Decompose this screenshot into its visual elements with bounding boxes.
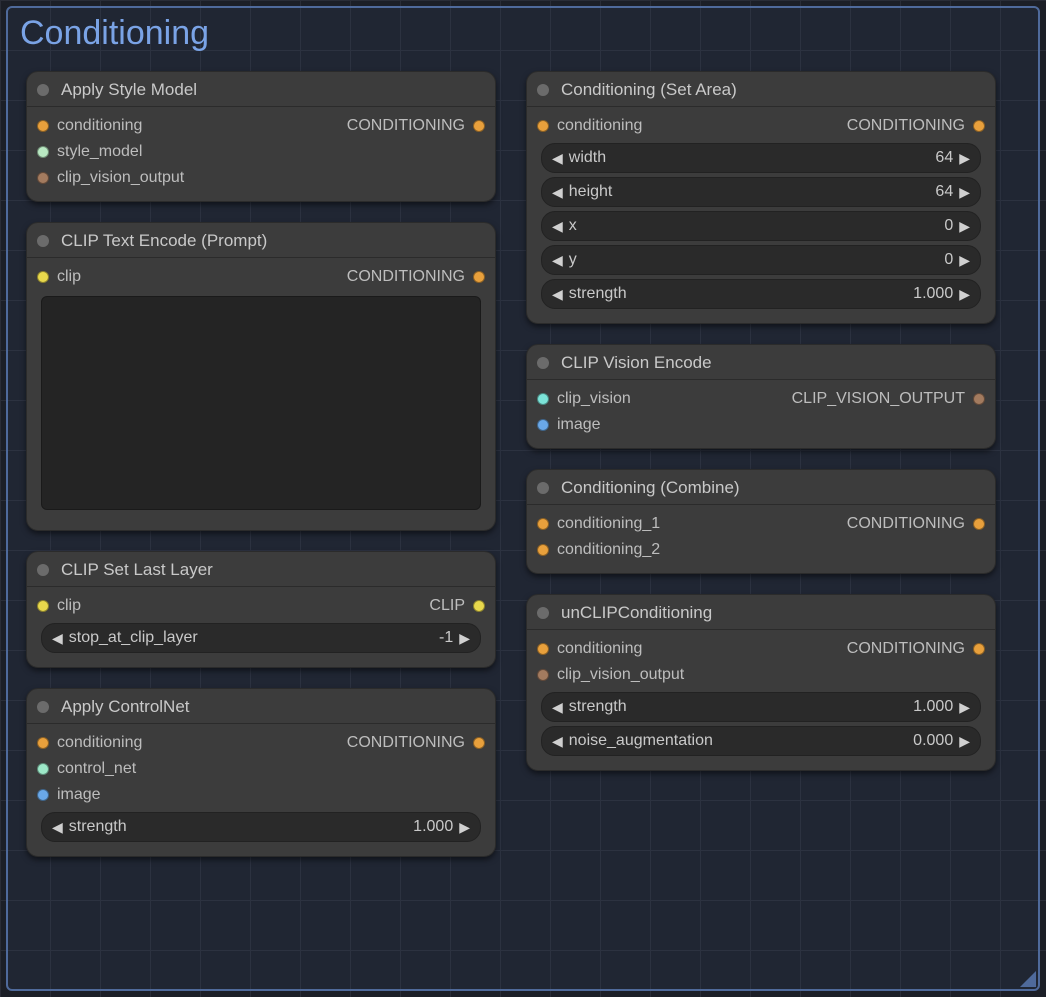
output-conditioning[interactable]: CONDITIONING (347, 268, 485, 286)
node-apply-controlnet[interactable]: Apply ControlNet conditioning CONDITIONI… (26, 688, 496, 857)
arrow-left-icon[interactable]: ◀ (552, 218, 563, 235)
input-image[interactable]: image (537, 416, 601, 434)
arrow-right-icon[interactable]: ▶ (959, 733, 970, 750)
collapse-icon[interactable] (537, 482, 549, 494)
widget-noise-augmentation[interactable]: ◀noise_augmentation0.000▶ (541, 726, 981, 756)
arrow-left-icon[interactable]: ◀ (552, 252, 563, 269)
output-conditioning[interactable]: CONDITIONING (847, 117, 985, 135)
input-style-model[interactable]: style_model (37, 143, 142, 161)
arrow-left-icon[interactable]: ◀ (552, 184, 563, 201)
widget-stop-at-clip-layer[interactable]: ◀ stop_at_clip_layer -1 ▶ (41, 623, 481, 653)
input-conditioning-1[interactable]: conditioning_1 (537, 515, 660, 533)
node-title: Apply Style Model (61, 80, 197, 100)
node-conditioning-set-area[interactable]: Conditioning (Set Area) conditioning CON… (526, 71, 996, 324)
collapse-icon[interactable] (537, 357, 549, 369)
arrow-left-icon[interactable]: ◀ (52, 630, 63, 647)
widget-strength[interactable]: ◀strength1.000▶ (541, 692, 981, 722)
input-conditioning[interactable]: conditioning (537, 640, 642, 658)
widget-y[interactable]: ◀y0▶ (541, 245, 981, 275)
node-clip-vision-encode[interactable]: CLIP Vision Encode clip_vision CLIP_VISI… (526, 344, 996, 449)
collapse-icon[interactable] (37, 564, 49, 576)
collapse-icon[interactable] (537, 607, 549, 619)
input-image[interactable]: image (37, 786, 101, 804)
input-control-net[interactable]: control_net (37, 760, 136, 778)
collapse-icon[interactable] (37, 84, 49, 96)
output-clip[interactable]: CLIP (429, 597, 485, 615)
node-title: Conditioning (Combine) (561, 478, 740, 498)
arrow-left-icon[interactable]: ◀ (552, 699, 563, 716)
node-title: CLIP Vision Encode (561, 353, 712, 373)
arrow-right-icon[interactable]: ▶ (959, 218, 970, 235)
node-conditioning-combine[interactable]: Conditioning (Combine) conditioning_1 CO… (526, 469, 996, 574)
input-clip[interactable]: clip (37, 268, 81, 286)
output-conditioning[interactable]: CONDITIONING (347, 734, 485, 752)
arrow-left-icon[interactable]: ◀ (552, 286, 563, 303)
arrow-right-icon[interactable]: ▶ (959, 699, 970, 716)
input-clip-vision[interactable]: clip_vision (537, 390, 631, 408)
arrow-left-icon[interactable]: ◀ (52, 819, 63, 836)
widget-strength[interactable]: ◀ strength 1.000 ▶ (41, 812, 481, 842)
widget-width[interactable]: ◀width64▶ (541, 143, 981, 173)
arrow-right-icon[interactable]: ▶ (459, 819, 470, 836)
resize-handle-icon[interactable] (1020, 971, 1036, 987)
widget-strength[interactable]: ◀strength1.000▶ (541, 279, 981, 309)
node-group-conditioning[interactable]: Conditioning Apply Style Model condition… (6, 6, 1040, 991)
node-title: CLIP Set Last Layer (61, 560, 213, 580)
node-apply-style-model[interactable]: Apply Style Model conditioning CONDITION… (26, 71, 496, 202)
group-title: Conditioning (8, 8, 1038, 63)
node-clip-text-encode[interactable]: CLIP Text Encode (Prompt) clip CONDITION… (26, 222, 496, 531)
widget-height[interactable]: ◀height64▶ (541, 177, 981, 207)
arrow-left-icon[interactable]: ◀ (552, 733, 563, 750)
output-conditioning[interactable]: CONDITIONING (847, 515, 985, 533)
output-conditioning[interactable]: CONDITIONING (347, 117, 485, 135)
input-clip[interactable]: clip (37, 597, 81, 615)
input-clip-vision-output[interactable]: clip_vision_output (37, 169, 184, 187)
input-conditioning[interactable]: conditioning (537, 117, 642, 135)
arrow-right-icon[interactable]: ▶ (959, 286, 970, 303)
node-title: CLIP Text Encode (Prompt) (61, 231, 267, 251)
output-clip-vision-output[interactable]: CLIP_VISION_OUTPUT (792, 390, 985, 408)
node-title: Conditioning (Set Area) (561, 80, 737, 100)
arrow-right-icon[interactable]: ▶ (459, 630, 470, 647)
input-conditioning[interactable]: conditioning (37, 117, 142, 135)
output-conditioning[interactable]: CONDITIONING (847, 640, 985, 658)
input-conditioning-2[interactable]: conditioning_2 (537, 541, 660, 559)
widget-x[interactable]: ◀x0▶ (541, 211, 981, 241)
node-unclip-conditioning[interactable]: unCLIPConditioning conditioning CONDITIO… (526, 594, 996, 771)
arrow-right-icon[interactable]: ▶ (959, 252, 970, 269)
node-title: unCLIPConditioning (561, 603, 712, 623)
input-conditioning[interactable]: conditioning (37, 734, 142, 752)
node-title: Apply ControlNet (61, 697, 190, 717)
prompt-textarea[interactable] (41, 296, 481, 510)
arrow-right-icon[interactable]: ▶ (959, 184, 970, 201)
input-clip-vision-output[interactable]: clip_vision_output (537, 666, 684, 684)
arrow-right-icon[interactable]: ▶ (959, 150, 970, 167)
collapse-icon[interactable] (537, 84, 549, 96)
node-clip-set-last-layer[interactable]: CLIP Set Last Layer clip CLIP ◀ stop_at_… (26, 551, 496, 668)
collapse-icon[interactable] (37, 701, 49, 713)
collapse-icon[interactable] (37, 235, 49, 247)
arrow-left-icon[interactable]: ◀ (552, 150, 563, 167)
